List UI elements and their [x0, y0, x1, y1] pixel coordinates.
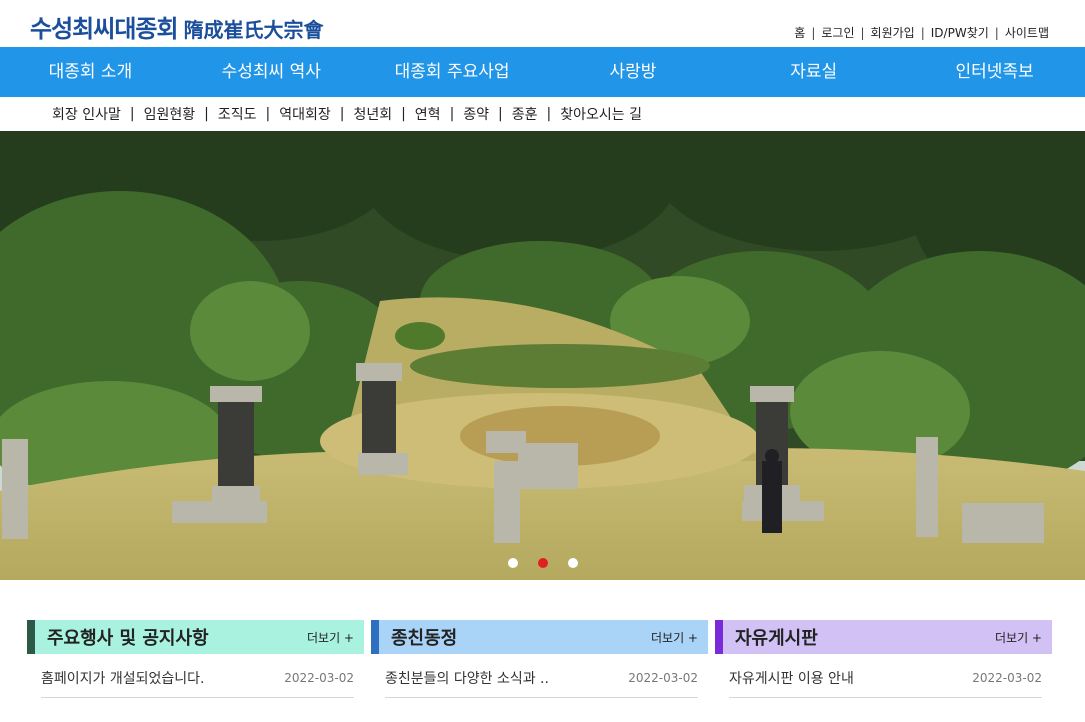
subnav-item-officers[interactable]: 임원현황	[144, 104, 196, 124]
board-header: 자유게시판 더보기 +	[715, 620, 1052, 654]
board-accent-bar	[715, 620, 723, 654]
ancestral-tomb-illustration	[0, 131, 1085, 580]
subnav-item-family-motto[interactable]: 종훈	[512, 104, 538, 124]
board-title: 자유게시판	[735, 628, 818, 649]
subnav-item-org-chart[interactable]: 조직도	[218, 104, 257, 124]
util-home-link[interactable]: 홈	[794, 24, 805, 41]
board-title: 종친동정	[391, 628, 458, 649]
logo-hanja[interactable]: 隋成崔氏大宗會	[184, 14, 324, 43]
subnav-separator: |	[339, 106, 345, 122]
board-header: 종친동정 더보기 +	[371, 620, 708, 654]
hero-banner-image	[0, 131, 1085, 580]
slider-pagination	[0, 558, 1085, 568]
subnav-item-youth[interactable]: 청년회	[353, 104, 392, 124]
slider-dot-active[interactable]	[537, 558, 548, 568]
more-link[interactable]: 더보기 +	[995, 629, 1042, 646]
nav-item-about[interactable]: 대종회 소개	[0, 47, 181, 97]
util-separator: |	[994, 25, 999, 40]
nav-item-projects[interactable]: 대종회 주요사업	[362, 47, 543, 97]
nav-item-online-genealogy[interactable]: 인터넷족보	[904, 47, 1085, 97]
subnav-separator: |	[204, 106, 209, 122]
more-link[interactable]: 더보기 +	[651, 629, 698, 646]
util-separator: |	[811, 25, 816, 40]
post-title-link[interactable]: 홈페이지가 개설되었습니다.	[41, 668, 204, 688]
board-accent-bar	[371, 620, 379, 654]
subnav-separator: |	[498, 106, 503, 122]
slider-dot[interactable]	[507, 558, 518, 568]
slider-dot[interactable]	[567, 558, 578, 568]
more-link[interactable]: 더보기 +	[307, 629, 354, 646]
site-logo[interactable]: 수성최씨대종회 隋成崔氏大宗會	[30, 9, 324, 44]
subnav-item-chronology[interactable]: 연혁	[415, 104, 441, 124]
util-login-link[interactable]: 로그인	[821, 24, 854, 41]
board-title: 주요행사 및 공지사항	[47, 628, 209, 649]
subnav-item-greeting[interactable]: 회장 인사말	[52, 104, 121, 124]
nav-item-community[interactable]: 사랑방	[542, 47, 723, 97]
subnav-separator: |	[265, 106, 271, 122]
post-title-link[interactable]: 종친분들의 다양한 소식과 ..	[385, 668, 549, 688]
list-item: 자유게시판 이용 안내 2022-03-02	[729, 668, 1042, 698]
post-date: 2022-03-02	[972, 671, 1042, 685]
util-signup-link[interactable]: 회원가입	[871, 24, 915, 41]
subnav-item-directions[interactable]: 찾아오시는 길	[560, 104, 642, 124]
subnav-item-bylaws[interactable]: 종약	[463, 104, 489, 124]
board-section: 주요행사 및 공지사항 더보기 + 홈페이지가 개설되었습니다. 2022-03…	[27, 620, 1053, 698]
subnav-separator: |	[449, 106, 455, 122]
clan-news-board: 종친동정 더보기 + 종친분들의 다양한 소식과 .. 2022-03-02	[371, 620, 708, 698]
board-accent-bar	[27, 620, 35, 654]
post-title-link[interactable]: 자유게시판 이용 안내	[729, 668, 854, 688]
main-nav: 대종회 소개 수성최씨 역사 대종회 주요사업 사랑방 자료실 인터넷족보	[0, 47, 1085, 97]
post-date: 2022-03-02	[284, 671, 354, 685]
util-sitemap-link[interactable]: 사이트맵	[1005, 24, 1049, 41]
utility-nav: 홈 | 로그인 | 회원가입 | ID/PW찾기 | 사이트맵	[794, 24, 1049, 41]
list-item: 종친분들의 다양한 소식과 .. 2022-03-02	[385, 668, 698, 698]
nav-item-archive[interactable]: 자료실	[723, 47, 904, 97]
subnav-separator: |	[401, 106, 406, 122]
util-separator: |	[860, 25, 865, 40]
post-date: 2022-03-02	[628, 671, 698, 685]
util-find-id-pw-link[interactable]: ID/PW찾기	[931, 24, 989, 41]
site-header: 수성최씨대종회 隋成崔氏大宗會 홈 | 로그인 | 회원가입 | ID/PW찾기 | 사…	[0, 0, 1085, 47]
util-separator: |	[920, 25, 925, 40]
notice-board: 주요행사 및 공지사항 더보기 + 홈페이지가 개설되었습니다. 2022-03…	[27, 620, 364, 698]
list-item: 홈페이지가 개설되었습니다. 2022-03-02	[41, 668, 354, 698]
nav-item-history[interactable]: 수성최씨 역사	[181, 47, 362, 97]
free-board: 자유게시판 더보기 + 자유게시판 이용 안내 2022-03-02	[715, 620, 1052, 698]
sub-nav: 회장 인사말 | 임원현황 | 조직도 | 역대회장 | 청년회 | 연혁 | 종약 | 종훈…	[0, 97, 1085, 131]
subnav-separator: |	[546, 106, 552, 122]
board-header: 주요행사 및 공지사항 더보기 +	[27, 620, 364, 654]
subnav-separator: |	[129, 106, 135, 122]
subnav-item-past-presidents[interactable]: 역대회장	[279, 104, 331, 124]
logo-korean[interactable]: 수성최씨대종회	[30, 9, 179, 44]
